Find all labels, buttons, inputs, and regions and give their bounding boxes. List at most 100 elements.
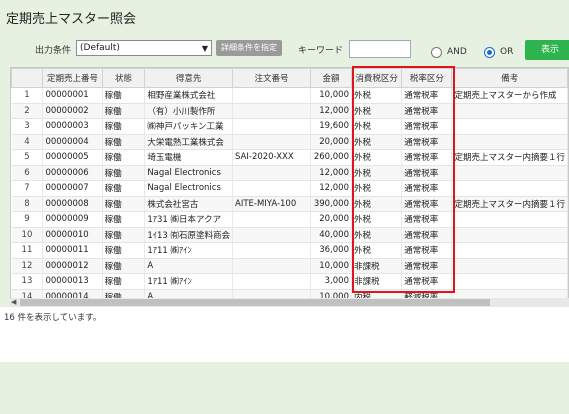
cell-tax-rate: 通常税率 bbox=[401, 242, 453, 259]
scroll-left-icon[interactable]: ◀ bbox=[11, 298, 16, 306]
table-row[interactable]: 2 00000002 稼働 （有）小川製作所 12,000 外税 通常税率 bbox=[11, 103, 568, 119]
cell-order bbox=[232, 134, 312, 150]
cell-customer: 1ｱ11 ㈱ｱｲﾝ bbox=[144, 242, 233, 259]
scrollbar-thumb[interactable] bbox=[20, 299, 490, 306]
table-row[interactable]: 7 00000007 稼働 Nagal Electronics 12,000 外税 通常税率 bbox=[11, 180, 568, 197]
cell-tax-rate: 通常税率 bbox=[401, 149, 453, 166]
cell-tax-type: 外税 bbox=[351, 196, 403, 212]
cell-tax-type: 外税 bbox=[351, 180, 403, 197]
chevron-down-icon: ▼ bbox=[201, 44, 208, 53]
column-header[interactable]: 備考 bbox=[451, 68, 568, 88]
cell-note: 定期売上マスター内摘要１行 bbox=[451, 196, 568, 212]
cell-customer: 大栄電熱工業株式会 bbox=[144, 134, 233, 150]
keyword-input[interactable] bbox=[349, 40, 411, 58]
table-row[interactable]: 3 00000003 稼働 ㈱神戸パッキン工業 19,600 外税 通常税率 bbox=[11, 118, 568, 135]
cell-order bbox=[232, 165, 312, 181]
column-header[interactable] bbox=[11, 68, 44, 88]
table-header: 定期売上番号 状態 得意先 注文番号 金額 消費税区分 税率区分 備考 bbox=[11, 68, 568, 88]
cell-no: 00000012 bbox=[42, 258, 103, 274]
cell-customer: Nagal Electronics bbox=[144, 180, 233, 197]
cell-status: 稼働 bbox=[102, 180, 146, 197]
horizontal-scrollbar[interactable]: ◀ bbox=[10, 298, 569, 307]
cell-amount: 20,000 bbox=[310, 134, 352, 150]
cell-amount: 3,000 bbox=[310, 273, 352, 290]
output-condition-select[interactable]: (Default) ▼ bbox=[76, 40, 212, 56]
cell-amount: 20,000 bbox=[310, 211, 352, 228]
cell-status: 稼働 bbox=[102, 258, 146, 274]
column-header[interactable]: 注文番号 bbox=[231, 68, 312, 88]
table-row[interactable]: 8 00000008 稼働 株式会社宮古 AITE-MIYA-100 390,000 外税通… bbox=[11, 196, 568, 212]
table-row[interactable]: 11 00000011 稼働 1ｱ11 ㈱ｱｲﾝ 36,000 外税 通常税率 bbox=[11, 242, 568, 259]
cell-no: 00000006 bbox=[42, 165, 103, 181]
cell-customer: 株式会社宮古 bbox=[144, 196, 233, 212]
table-row[interactable]: 13 00000013 稼働 1ｱ11 ㈱ｱｲﾝ 3,000 非課税 通常税率 bbox=[11, 273, 568, 290]
cell-note bbox=[451, 165, 568, 181]
cell-tax-rate: 通常税率 bbox=[401, 196, 453, 212]
cell-note bbox=[451, 134, 568, 150]
cell-status: 稼働 bbox=[102, 149, 146, 166]
column-header[interactable]: 状態 bbox=[101, 68, 146, 88]
cell-note: 定期売上マスターから作成 bbox=[451, 87, 568, 104]
show-button[interactable]: 表示 bbox=[525, 40, 569, 60]
cell-customer: 相野産業株式会社 bbox=[144, 87, 233, 104]
table-row[interactable]: 6 00000006 稼働 Nagal Electronics 12,000 外税 通常税率 bbox=[11, 165, 568, 181]
cell-note bbox=[451, 118, 568, 135]
column-header[interactable]: 金額 bbox=[310, 68, 352, 88]
column-header[interactable]: 得意先 bbox=[144, 68, 233, 88]
cell-tax-type: 外税 bbox=[351, 149, 403, 166]
cell-status: 稼働 bbox=[102, 87, 146, 104]
set-conditions-button[interactable]: 詳細条件を指定 bbox=[216, 40, 282, 56]
table-row[interactable]: 10 00000010 稼働 1ｲ13 ㈲石原塗料商会 40,000 外税 通常税率 bbox=[11, 227, 568, 243]
cell-idx: 5 bbox=[11, 149, 44, 166]
table-row[interactable]: 4 00000004 稼働 大栄電熱工業株式会 20,000 外税 通常税率 bbox=[11, 134, 568, 150]
cell-tax-rate: 通常税率 bbox=[401, 118, 453, 135]
cell-status: 稼働 bbox=[102, 227, 146, 243]
page-title: 定期売上マスター照会 bbox=[6, 12, 137, 27]
cell-no: 00000007 bbox=[42, 180, 103, 197]
cell-no: 00000003 bbox=[42, 118, 103, 135]
keyword-label: キーワード bbox=[298, 46, 344, 56]
table-row[interactable]: 5 00000005 稼働 埼玉電機 SAI-2020-XXX 260,000 外税 通常税率… bbox=[11, 149, 568, 166]
cell-customer: Nagal Electronics bbox=[144, 165, 233, 181]
cell-note bbox=[451, 258, 568, 274]
cell-status: 稼働 bbox=[102, 134, 146, 150]
cell-no: 00000004 bbox=[42, 134, 103, 150]
cell-status: 稼働 bbox=[102, 165, 146, 181]
cell-status: 稼働 bbox=[102, 118, 146, 135]
data-grid: 定期売上番号 状態 得意先 注文番号 金額 消費税区分 税率区分 備考 1 00000001 稼働… bbox=[10, 67, 569, 299]
cell-idx: 4 bbox=[11, 134, 44, 150]
or-radio[interactable] bbox=[484, 47, 495, 58]
cell-amount: 390,000 bbox=[310, 196, 352, 212]
cell-tax-type: 外税 bbox=[351, 242, 403, 259]
cell-no: 00000001 bbox=[42, 87, 103, 104]
column-header[interactable]: 税率区分 bbox=[401, 68, 453, 88]
table-row[interactable]: 1 00000001 稼働 相野産業株式会社 10,000 外税 通常税率 定期売上マスターか… bbox=[11, 87, 568, 104]
cell-order: AITE-MIYA-100 bbox=[232, 196, 312, 212]
cell-idx: 7 bbox=[11, 180, 44, 197]
and-radio[interactable] bbox=[431, 47, 442, 58]
cell-no: 00000009 bbox=[42, 211, 103, 228]
cell-tax-rate: 通常税率 bbox=[401, 87, 453, 104]
table-row[interactable]: 12 00000012 稼働 A 10,000 非課税 通常税率 bbox=[11, 258, 568, 274]
cell-tax-rate: 通常税率 bbox=[401, 273, 453, 290]
cell-tax-rate: 通常税率 bbox=[401, 134, 453, 150]
cell-order bbox=[232, 227, 312, 243]
cell-note bbox=[451, 180, 568, 197]
column-header[interactable]: 定期売上番号 bbox=[42, 68, 103, 88]
cell-customer: （有）小川製作所 bbox=[144, 103, 233, 119]
cell-order bbox=[232, 211, 312, 228]
cell-order bbox=[232, 242, 312, 259]
cell-order bbox=[232, 103, 312, 119]
table-body: 1 00000001 稼働 相野産業株式会社 10,000 外税 通常税率 定期売上マスターか… bbox=[11, 87, 568, 298]
cell-note: 定期売上マスター内摘要１行 bbox=[451, 149, 568, 166]
cell-idx: 8 bbox=[11, 196, 44, 212]
table-row[interactable]: 9 00000009 稼働 1ｱ31 ㈱日本アクア 20,000 外税 通常税率 bbox=[11, 211, 568, 228]
cell-tax-type: 外税 bbox=[351, 227, 403, 243]
cell-tax-rate: 通常税率 bbox=[401, 211, 453, 228]
cell-no: 00000008 bbox=[42, 196, 103, 212]
status-text: 16 件を表示しています。 bbox=[4, 313, 102, 323]
output-condition-value: (Default) bbox=[80, 43, 120, 53]
cell-amount: 260,000 bbox=[310, 149, 352, 166]
column-header[interactable]: 消費税区分 bbox=[350, 68, 403, 88]
cell-idx: 2 bbox=[11, 103, 44, 119]
